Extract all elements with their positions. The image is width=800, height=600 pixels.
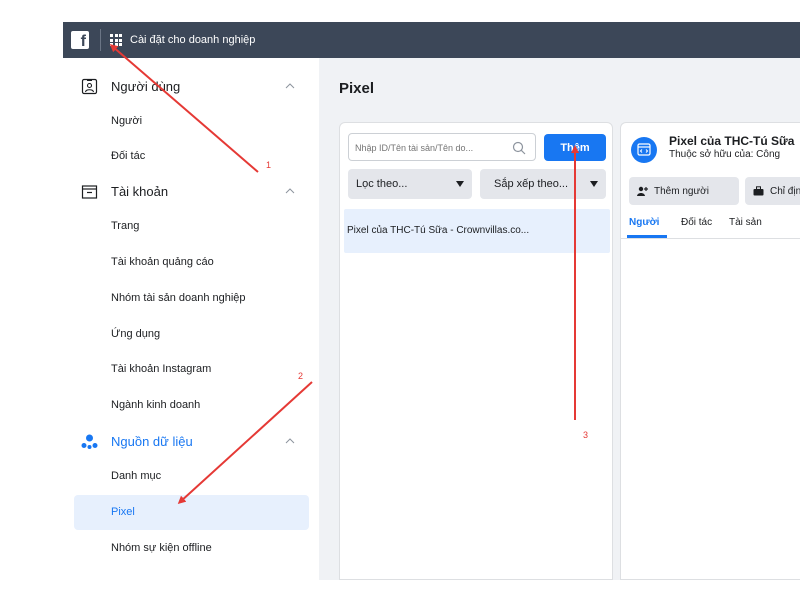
tab-people[interactable]: Người (629, 217, 659, 228)
filter-label: Lọc theo... (356, 178, 408, 190)
folder-icon (81, 184, 98, 199)
asset-owner: Thuộc sở hữu của: Công (669, 149, 781, 160)
sidebar-item-people[interactable]: Người (111, 115, 142, 127)
facebook-logo-letter: f (80, 33, 86, 50)
add-people-label: Thêm người (654, 185, 709, 197)
tab-assets[interactable]: Tài sản (729, 217, 762, 228)
sort-dropdown[interactable]: Sắp xếp theo... (480, 169, 606, 199)
pixel-code-icon (631, 137, 657, 163)
sidebar-item-ad-accounts[interactable]: Tài khoản quảng cáo (111, 256, 214, 268)
caret-down-icon (456, 181, 464, 187)
sidebar-item-business-asset-groups[interactable]: Nhóm tài sản doanh nghiệp (111, 292, 246, 304)
briefcase-icon (753, 186, 764, 196)
apps-grid-icon[interactable] (110, 34, 122, 46)
active-tab-underline (627, 235, 667, 238)
facebook-logo-icon[interactable]: f (71, 31, 89, 50)
search-box[interactable] (348, 133, 536, 161)
chevron-up-icon[interactable] (285, 81, 295, 91)
asset-detail-panel: Pixel của THC-Tú Sữa Thuộc sở hữu của: C… (620, 122, 800, 580)
add-button[interactable]: Thêm (544, 134, 606, 161)
asset-list-panel: Thêm Lọc theo... Sắp xếp theo... Pixel c… (339, 122, 613, 580)
section-data-sources[interactable]: Nguồn dữ liệu (63, 430, 319, 452)
add-person-icon (637, 186, 648, 196)
section-people[interactable]: Người dùng (63, 75, 319, 97)
top-bar: f Cài đặt cho doanh nghiệp (0, 0, 800, 58)
main-content: Pixel Thêm Lọc theo... Sắp xếp theo... P… (319, 58, 800, 580)
filter-dropdown[interactable]: Lọc theo... (348, 169, 472, 199)
annotation-label-2: 2 (298, 371, 304, 381)
search-input[interactable] (355, 140, 505, 156)
detail-tabs: Người Đối tác Tài sản (621, 213, 800, 239)
sidebar-item-lines-of-business[interactable]: Ngành kinh doanh (111, 399, 200, 411)
header-bar: f Cài đặt cho doanh nghiệp (63, 22, 800, 58)
sidebar-item-pages[interactable]: Trang (111, 220, 139, 232)
code-window-icon (637, 143, 651, 156)
chevron-up-icon[interactable] (285, 436, 295, 446)
assign-partner-label: Chỉ định (770, 185, 800, 197)
user-id-icon (81, 78, 98, 94)
section-accounts[interactable]: Tài khoản (63, 180, 319, 202)
sidebar-item-offline-event-sets[interactable]: Nhóm sự kiện offline (111, 542, 212, 554)
sidebar-item-partners[interactable]: Đối tác (111, 150, 145, 162)
page-title: Pixel (339, 80, 375, 97)
section-label-data-sources: Nguồn dữ liệu (111, 433, 193, 449)
section-label-people: Người dùng (111, 78, 181, 94)
data-sources-icon (81, 434, 98, 449)
tab-partners[interactable]: Đối tác (681, 217, 712, 228)
annotation-label-3: 3 (583, 430, 589, 440)
sidebar-item-pixel-highlight[interactable] (74, 495, 309, 530)
assign-partner-button[interactable]: Chỉ định (745, 177, 800, 205)
asset-name: Pixel của THC-Tú Sữa (669, 134, 795, 148)
caret-down-icon (590, 181, 598, 187)
sidebar-item-instagram-accounts[interactable]: Tài khoản Instagram (111, 363, 211, 375)
chevron-up-icon[interactable] (285, 186, 295, 196)
sidebar-item-pixel[interactable]: Pixel (111, 506, 135, 518)
section-label-accounts: Tài khoản (111, 183, 169, 199)
list-item[interactable]: Pixel của THC-Tú Sữa - Crownvillas.co... (344, 209, 610, 253)
sort-label: Sắp xếp theo... (494, 178, 568, 190)
annotation-label-1: 1 (266, 160, 272, 170)
business-settings-title[interactable]: Cài đặt cho doanh nghiệp (130, 34, 255, 46)
sidebar: Người dùng Người Đối tác Tài khoản Trang… (63, 58, 319, 580)
search-icon[interactable] (512, 141, 526, 155)
header-divider (100, 29, 101, 51)
sidebar-item-apps[interactable]: Ứng dụng (111, 328, 160, 340)
list-item-label: Pixel của THC-Tú Sữa - Crownvillas.co... (347, 225, 530, 236)
sidebar-item-catalogs[interactable]: Danh mục (111, 470, 161, 482)
add-people-button[interactable]: Thêm người (629, 177, 739, 205)
